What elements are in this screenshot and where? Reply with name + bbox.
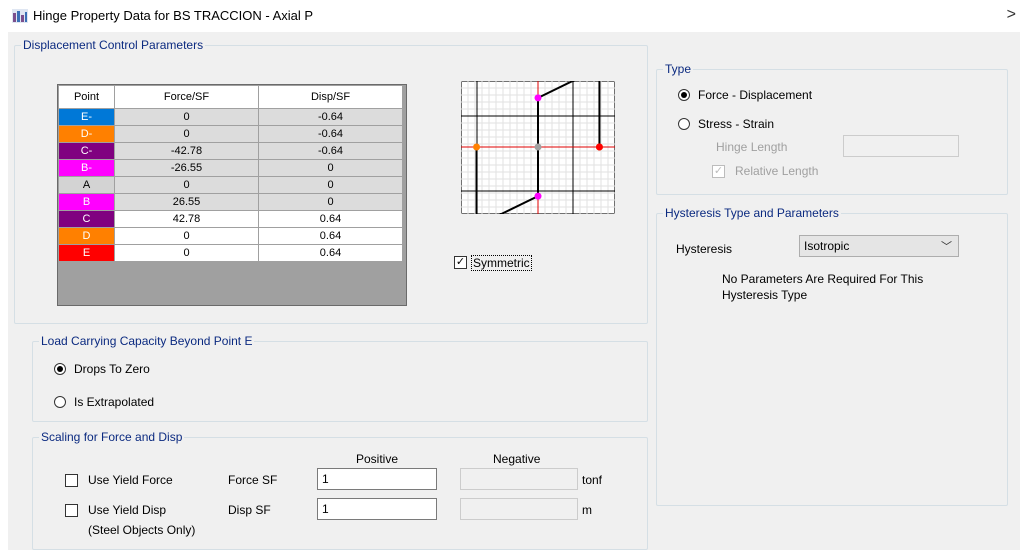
force-cell[interactable]: 0 <box>114 244 259 262</box>
col-force-sf: Force/SF <box>114 85 259 109</box>
chevron-down-icon: ﹀ <box>941 241 952 253</box>
use-yield-disp-checkbox[interactable] <box>65 504 78 517</box>
points-table: Point Force/SF Disp/SF E- 0 -0.64 D- 0 -0.64 C… <box>57 84 407 306</box>
table-row[interactable]: B 26.55 0 <box>58 193 403 211</box>
displacement-control-legend: Displacement Control Parameters <box>23 38 204 52</box>
force-sf-positive-input[interactable]: 1 <box>317 468 437 490</box>
force-sf-negative-input[interactable] <box>460 468 578 490</box>
col-point: Point <box>58 85 115 109</box>
point-cell[interactable]: E <box>58 244 115 262</box>
force-cell[interactable]: -26.55 <box>114 159 259 177</box>
curve-point-dneg <box>473 143 481 151</box>
col-disp-sf: Disp/SF <box>258 85 403 109</box>
table-row[interactable]: D 0 0.64 <box>58 227 403 245</box>
disp-sf-label: Disp SF <box>228 503 271 517</box>
force-displacement-label: Force - Displacement <box>698 88 813 102</box>
disp-cell[interactable]: 0 <box>258 193 403 211</box>
force-unit: tonf <box>582 473 603 487</box>
table-filler-row <box>58 261 403 272</box>
point-cell[interactable]: B- <box>58 159 115 177</box>
dialog-body: Displacement Control Parameters Point Fo… <box>8 32 1020 550</box>
relative-length-label: Relative Length <box>735 164 819 178</box>
force-cell[interactable]: 42.78 <box>114 210 259 228</box>
force-cell[interactable]: 26.55 <box>114 193 259 211</box>
table-row[interactable]: C 42.78 0.64 <box>58 210 403 228</box>
table-row[interactable]: E- 0 -0.64 <box>58 108 403 126</box>
force-cell[interactable]: 0 <box>114 227 259 245</box>
steel-objects-note: (Steel Objects Only) <box>88 523 196 537</box>
relative-length-checkbox[interactable]: ✓ <box>712 165 725 178</box>
disp-cell[interactable]: -0.64 <box>258 125 403 143</box>
use-yield-force-label: Use Yield Force <box>88 473 173 487</box>
type-legend: Type <box>665 62 692 76</box>
disp-cell[interactable]: 0.64 <box>258 227 403 245</box>
point-cell[interactable]: E- <box>58 108 115 126</box>
stress-strain-label: Stress - Strain <box>698 117 775 131</box>
hinge-length-input[interactable] <box>843 135 959 157</box>
point-cell[interactable]: D <box>58 227 115 245</box>
symmetric-checkbox[interactable]: ✓ <box>454 256 467 269</box>
app-icon <box>12 9 28 23</box>
negative-header: Negative <box>493 452 541 466</box>
use-yield-disp-label: Use Yield Disp <box>88 503 167 517</box>
point-cell[interactable]: D- <box>58 125 115 143</box>
point-cell[interactable]: A <box>58 176 115 194</box>
hysteresis-message-line2: Hysteresis Type <box>722 288 808 302</box>
hysteresis-legend: Hysteresis Type and Parameters <box>665 206 839 220</box>
curve-point-a <box>534 143 542 151</box>
hysteresis-dropdown[interactable]: Isotropic ﹀ <box>799 235 959 257</box>
table-row[interactable]: D- 0 -0.64 <box>58 125 403 143</box>
drops-to-zero-radio[interactable] <box>54 363 66 375</box>
disp-cell[interactable]: 0 <box>258 159 403 177</box>
disp-sf-negative-input[interactable] <box>460 498 578 520</box>
is-extrapolated-radio[interactable] <box>54 396 66 408</box>
force-cell[interactable]: 0 <box>114 108 259 126</box>
title-bar: Hinge Property Data for BS TRACCION - Ax… <box>0 0 1020 32</box>
disp-cell[interactable]: 0.64 <box>258 210 403 228</box>
hysteresis-value: Isotropic <box>804 239 850 253</box>
positive-header: Positive <box>356 452 399 466</box>
disp-unit: m <box>582 503 592 517</box>
curve-point-b <box>534 94 542 102</box>
table-row[interactable]: A00 <box>58 176 403 194</box>
force-sf-label: Force SF <box>228 473 278 487</box>
disp-cell[interactable]: 0.64 <box>258 244 403 262</box>
disp-sf-positive-input[interactable]: 1 <box>317 498 437 520</box>
backbone-curve-plot <box>461 81 615 214</box>
hysteresis-message-line1: No Parameters Are Required For This <box>722 272 924 286</box>
point-cell[interactable]: C- <box>58 142 115 160</box>
stress-strain-radio[interactable] <box>678 118 690 130</box>
symmetric-label: Symmetric <box>471 255 532 271</box>
force-cell[interactable]: 0 <box>114 125 259 143</box>
close-icon[interactable]: > <box>1007 6 1016 24</box>
window-title: Hinge Property Data for BS TRACCION - Ax… <box>33 8 314 23</box>
table-row[interactable]: B- -26.55 0 <box>58 159 403 177</box>
load-capacity-legend: Load Carrying Capacity Beyond Point E <box>41 334 253 348</box>
force-displacement-radio[interactable] <box>678 89 690 101</box>
disp-cell[interactable]: 0 <box>258 176 403 194</box>
disp-cell[interactable]: -0.64 <box>258 108 403 126</box>
drops-to-zero-label: Drops To Zero <box>74 362 150 376</box>
force-cell[interactable]: -42.78 <box>114 142 259 160</box>
point-cell[interactable]: B <box>58 193 115 211</box>
curve-point-e <box>595 143 603 151</box>
table-row[interactable]: C- -42.78 -0.64 <box>58 142 403 160</box>
scaling-legend: Scaling for Force and Disp <box>41 430 183 444</box>
hysteresis-label: Hysteresis <box>676 242 733 256</box>
table-row[interactable]: E 0 0.64 <box>58 244 403 262</box>
curve-point-bneg <box>534 192 542 200</box>
use-yield-force-checkbox[interactable] <box>65 474 78 487</box>
force-cell[interactable]: 0 <box>114 176 259 194</box>
hinge-length-label: Hinge Length <box>716 140 788 154</box>
is-extrapolated-label: Is Extrapolated <box>74 395 155 409</box>
point-cell[interactable]: C <box>58 210 115 228</box>
disp-cell[interactable]: -0.64 <box>258 142 403 160</box>
